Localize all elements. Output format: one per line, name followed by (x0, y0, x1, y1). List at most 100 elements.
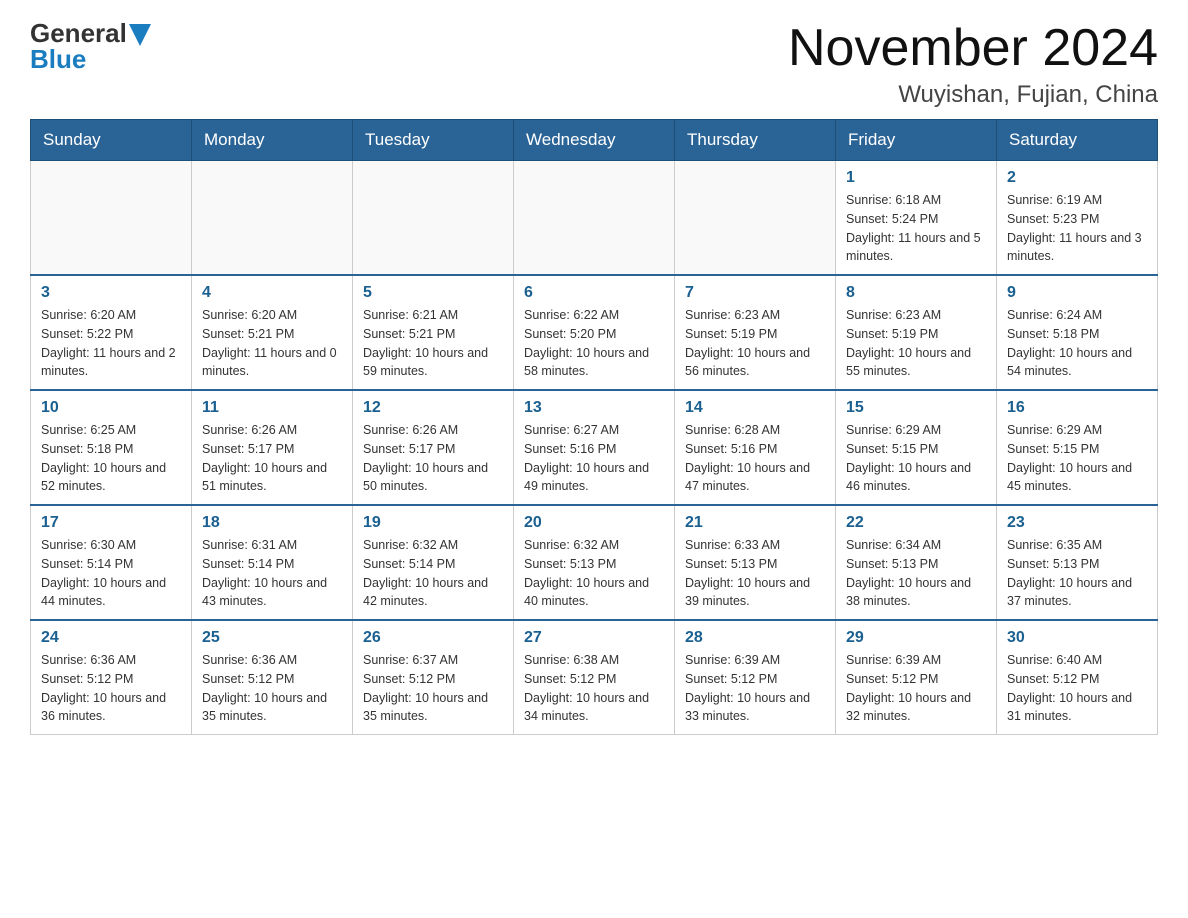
calendar-cell (675, 161, 836, 276)
logo-triangle-icon (129, 24, 151, 46)
calendar-cell (353, 161, 514, 276)
day-info: Sunrise: 6:30 AM Sunset: 5:14 PM Dayligh… (41, 536, 181, 611)
calendar-cell: 21 Sunrise: 6:33 AM Sunset: 5:13 PM Dayli… (675, 505, 836, 620)
calendar-cell: 14 Sunrise: 6:28 AM Sunset: 5:16 PM Dayli… (675, 390, 836, 505)
day-number: 6 (524, 284, 664, 302)
day-info: Sunrise: 6:20 AM Sunset: 5:21 PM Dayligh… (202, 306, 342, 381)
day-number: 21 (685, 514, 825, 532)
day-info: Sunrise: 6:19 AM Sunset: 5:23 PM Dayligh… (1007, 191, 1147, 266)
calendar-cell: 24 Sunrise: 6:36 AM Sunset: 5:12 PM Dayli… (31, 620, 192, 735)
day-info: Sunrise: 6:31 AM Sunset: 5:14 PM Dayligh… (202, 536, 342, 611)
day-number: 9 (1007, 284, 1147, 302)
day-number: 14 (685, 399, 825, 417)
day-info: Sunrise: 6:38 AM Sunset: 5:12 PM Dayligh… (524, 651, 664, 726)
day-info: Sunrise: 6:26 AM Sunset: 5:17 PM Dayligh… (363, 421, 503, 496)
day-number: 2 (1007, 169, 1147, 187)
calendar-header-friday: Friday (836, 120, 997, 161)
day-number: 20 (524, 514, 664, 532)
calendar-header-saturday: Saturday (997, 120, 1158, 161)
calendar-week-row: 3 Sunrise: 6:20 AM Sunset: 5:22 PM Daylig… (31, 275, 1158, 390)
day-info: Sunrise: 6:37 AM Sunset: 5:12 PM Dayligh… (363, 651, 503, 726)
calendar-cell: 22 Sunrise: 6:34 AM Sunset: 5:13 PM Dayli… (836, 505, 997, 620)
day-info: Sunrise: 6:23 AM Sunset: 5:19 PM Dayligh… (685, 306, 825, 381)
day-number: 3 (41, 284, 181, 302)
day-info: Sunrise: 6:34 AM Sunset: 5:13 PM Dayligh… (846, 536, 986, 611)
calendar-cell: 30 Sunrise: 6:40 AM Sunset: 5:12 PM Dayli… (997, 620, 1158, 735)
day-info: Sunrise: 6:29 AM Sunset: 5:15 PM Dayligh… (1007, 421, 1147, 496)
day-info: Sunrise: 6:18 AM Sunset: 5:24 PM Dayligh… (846, 191, 986, 266)
day-number: 28 (685, 629, 825, 647)
calendar-cell: 16Sunrise: 6:29 AM Sunset: 5:15 PM Dayli… (997, 390, 1158, 505)
page-header: General Blue November 2024 Wuyishan, Fuj… (30, 20, 1158, 109)
calendar-cell: 7Sunrise: 6:23 AM Sunset: 5:19 PM Daylig… (675, 275, 836, 390)
day-number: 10 (41, 399, 181, 417)
day-number: 5 (363, 284, 503, 302)
day-info: Sunrise: 6:29 AM Sunset: 5:15 PM Dayligh… (846, 421, 986, 496)
calendar-cell (192, 161, 353, 276)
calendar-cell: 25Sunrise: 6:36 AM Sunset: 5:12 PM Dayli… (192, 620, 353, 735)
calendar-cell: 9 Sunrise: 6:24 AM Sunset: 5:18 PM Daylig… (997, 275, 1158, 390)
calendar-cell (514, 161, 675, 276)
day-info: Sunrise: 6:26 AM Sunset: 5:17 PM Dayligh… (202, 421, 342, 496)
logo-general-text: General (30, 20, 127, 46)
day-info: Sunrise: 6:21 AM Sunset: 5:21 PM Dayligh… (363, 306, 503, 381)
day-number: 15 (846, 399, 986, 417)
day-info: Sunrise: 6:25 AM Sunset: 5:18 PM Dayligh… (41, 421, 181, 496)
day-number: 27 (524, 629, 664, 647)
calendar-subtitle: Wuyishan, Fujian, China (788, 81, 1158, 109)
day-info: Sunrise: 6:35 AM Sunset: 5:13 PM Dayligh… (1007, 536, 1147, 611)
day-number: 29 (846, 629, 986, 647)
calendar-cell: 3 Sunrise: 6:20 AM Sunset: 5:22 PM Daylig… (31, 275, 192, 390)
day-number: 25 (202, 629, 342, 647)
logo: General Blue (30, 20, 151, 72)
day-number: 19 (363, 514, 503, 532)
day-info: Sunrise: 6:24 AM Sunset: 5:18 PM Dayligh… (1007, 306, 1147, 381)
day-info: Sunrise: 6:32 AM Sunset: 5:14 PM Dayligh… (363, 536, 503, 611)
day-info: Sunrise: 6:40 AM Sunset: 5:12 PM Dayligh… (1007, 651, 1147, 726)
calendar-cell: 28 Sunrise: 6:39 AM Sunset: 5:12 PM Dayli… (675, 620, 836, 735)
day-number: 18 (202, 514, 342, 532)
day-number: 12 (363, 399, 503, 417)
day-number: 26 (363, 629, 503, 647)
calendar-cell: 2 Sunrise: 6:19 AM Sunset: 5:23 PM Daylig… (997, 161, 1158, 276)
calendar-cell: 11 Sunrise: 6:26 AM Sunset: 5:17 PM Dayli… (192, 390, 353, 505)
calendar-table: SundayMondayTuesdayWednesdayThursdayFrid… (30, 119, 1158, 735)
calendar-header-monday: Monday (192, 120, 353, 161)
calendar-cell: 6 Sunrise: 6:22 AM Sunset: 5:20 PM Daylig… (514, 275, 675, 390)
calendar-cell: 29 Sunrise: 6:39 AM Sunset: 5:12 PM Dayli… (836, 620, 997, 735)
day-number: 11 (202, 399, 342, 417)
day-number: 24 (41, 629, 181, 647)
calendar-cell: 12 Sunrise: 6:26 AM Sunset: 5:17 PM Dayli… (353, 390, 514, 505)
calendar-cell: 10 Sunrise: 6:25 AM Sunset: 5:18 PM Dayli… (31, 390, 192, 505)
calendar-week-row: 17Sunrise: 6:30 AM Sunset: 5:14 PM Dayli… (31, 505, 1158, 620)
day-info: Sunrise: 6:39 AM Sunset: 5:12 PM Dayligh… (685, 651, 825, 726)
calendar-cell: 5 Sunrise: 6:21 AM Sunset: 5:21 PM Daylig… (353, 275, 514, 390)
day-info: Sunrise: 6:22 AM Sunset: 5:20 PM Dayligh… (524, 306, 664, 381)
calendar-week-row: 1 Sunrise: 6:18 AM Sunset: 5:24 PM Daylig… (31, 161, 1158, 276)
calendar-cell: 1 Sunrise: 6:18 AM Sunset: 5:24 PM Daylig… (836, 161, 997, 276)
day-info: Sunrise: 6:33 AM Sunset: 5:13 PM Dayligh… (685, 536, 825, 611)
calendar-header-thursday: Thursday (675, 120, 836, 161)
calendar-cell (31, 161, 192, 276)
calendar-week-row: 10 Sunrise: 6:25 AM Sunset: 5:18 PM Dayli… (31, 390, 1158, 505)
day-number: 23 (1007, 514, 1147, 532)
day-info: Sunrise: 6:36 AM Sunset: 5:12 PM Dayligh… (41, 651, 181, 726)
calendar-week-row: 24 Sunrise: 6:36 AM Sunset: 5:12 PM Dayli… (31, 620, 1158, 735)
calendar-cell: 8Sunrise: 6:23 AM Sunset: 5:19 PM Daylig… (836, 275, 997, 390)
day-info: Sunrise: 6:32 AM Sunset: 5:13 PM Dayligh… (524, 536, 664, 611)
calendar-header-sunday: Sunday (31, 120, 192, 161)
calendar-cell: 4 Sunrise: 6:20 AM Sunset: 5:21 PM Daylig… (192, 275, 353, 390)
day-number: 30 (1007, 629, 1147, 647)
day-info: Sunrise: 6:39 AM Sunset: 5:12 PM Dayligh… (846, 651, 986, 726)
day-info: Sunrise: 6:23 AM Sunset: 5:19 PM Dayligh… (846, 306, 986, 381)
calendar-cell: 23 Sunrise: 6:35 AM Sunset: 5:13 PM Dayli… (997, 505, 1158, 620)
calendar-header-wednesday: Wednesday (514, 120, 675, 161)
calendar-cell: 18 Sunrise: 6:31 AM Sunset: 5:14 PM Dayli… (192, 505, 353, 620)
day-number: 22 (846, 514, 986, 532)
calendar-cell: 19 Sunrise: 6:32 AM Sunset: 5:14 PM Dayli… (353, 505, 514, 620)
day-info: Sunrise: 6:20 AM Sunset: 5:22 PM Dayligh… (41, 306, 181, 381)
day-info: Sunrise: 6:28 AM Sunset: 5:16 PM Dayligh… (685, 421, 825, 496)
title-block: November 2024 Wuyishan, Fujian, China (788, 20, 1158, 109)
day-number: 4 (202, 284, 342, 302)
day-number: 1 (846, 169, 986, 187)
